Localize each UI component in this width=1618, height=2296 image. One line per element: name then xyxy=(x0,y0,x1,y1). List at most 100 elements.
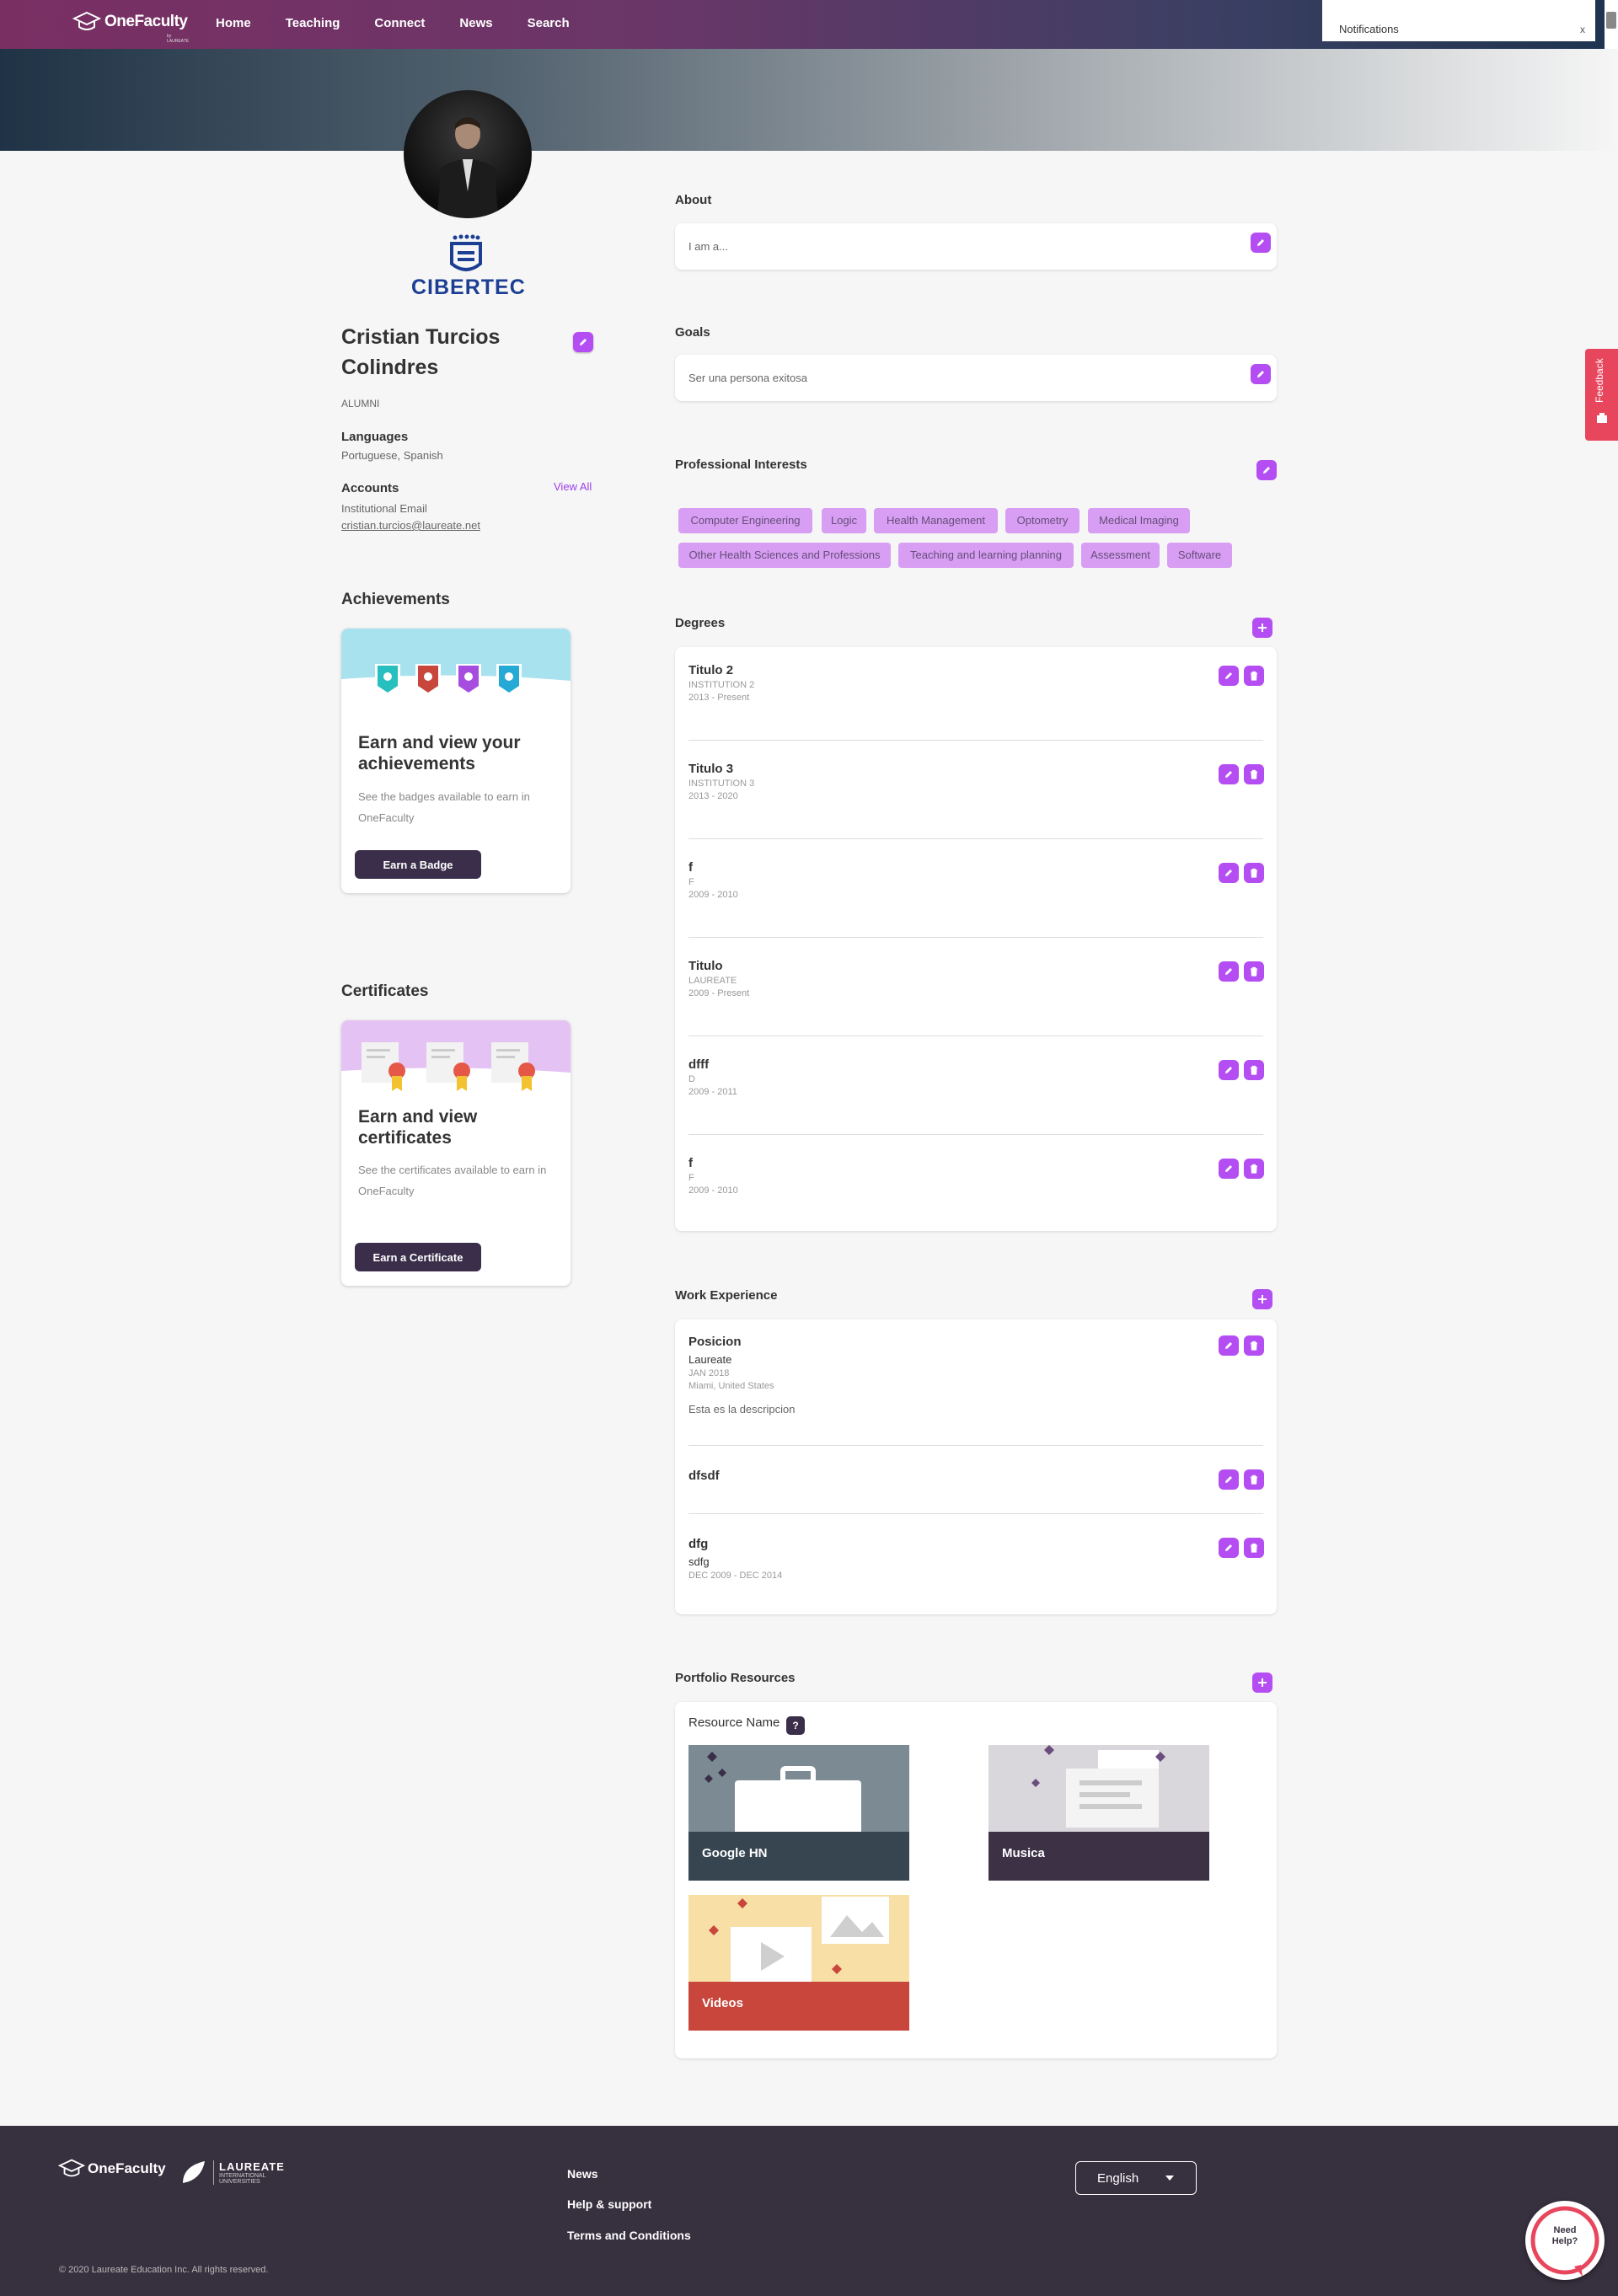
pencil-icon xyxy=(1225,1544,1232,1551)
earn-badge-button[interactable]: Earn a Badge xyxy=(355,850,481,879)
copyright: © 2020 Laureate Education Inc. All right… xyxy=(59,2265,269,2275)
interest-tag[interactable]: Assessment xyxy=(1081,543,1160,568)
delete-degree-button[interactable] xyxy=(1244,961,1264,982)
edit-work-button[interactable] xyxy=(1219,1469,1239,1490)
language-select[interactable]: English xyxy=(1075,2161,1197,2195)
delete-degree-button[interactable] xyxy=(1244,666,1264,686)
interest-tag[interactable]: Other Health Sciences and Professions xyxy=(678,543,891,568)
work-heading: Work Experience xyxy=(675,1288,778,1303)
edit-profile-button[interactable] xyxy=(573,332,593,352)
portfolio-heading: Portfolio Resources xyxy=(675,1671,796,1685)
onefaculty-logo[interactable]: OneFaculty by LAUREATE xyxy=(72,11,189,44)
laureate-logo: LAUREATE INTERNATIONAL UNIVERSITIES xyxy=(179,2158,287,2186)
add-work-button[interactable] xyxy=(1252,1289,1272,1309)
language-value: English xyxy=(1097,2171,1139,2186)
degree-item: Titulo 2 INSTITUTION 2 2013 - Present xyxy=(688,663,1263,703)
edit-degree-button[interactable] xyxy=(1219,1060,1239,1080)
work-dates: JAN 2018 xyxy=(688,1368,730,1378)
edit-degree-button[interactable] xyxy=(1219,961,1239,982)
about-placeholder[interactable]: I am a... xyxy=(688,240,728,253)
achievements-card-text: See the badges available to earn in OneF… xyxy=(358,790,530,824)
delete-degree-button[interactable] xyxy=(1244,863,1264,883)
edit-interests-button[interactable] xyxy=(1256,460,1277,480)
feedback-tab[interactable]: Feedback xyxy=(1585,349,1618,441)
nav-connect[interactable]: Connect xyxy=(374,16,425,30)
work-item: Posicion Laureate JAN 2018 Miami, United… xyxy=(688,1335,1263,1416)
footer-link-terms[interactable]: Terms and Conditions xyxy=(567,2229,691,2242)
work-title: dfsdf xyxy=(688,1469,720,1483)
view-all-link[interactable]: View All xyxy=(554,480,592,493)
certificates-illustration xyxy=(341,1042,571,1096)
delete-work-button[interactable] xyxy=(1244,1538,1264,1558)
delete-degree-button[interactable] xyxy=(1244,1159,1264,1179)
interest-tag[interactable]: Logic xyxy=(822,508,866,533)
nav-search[interactable]: Search xyxy=(528,16,570,30)
scrollbar-thumb[interactable] xyxy=(1606,12,1616,29)
degree-title: Titulo xyxy=(688,959,723,973)
edit-goals-button[interactable] xyxy=(1251,364,1271,384)
about-heading: About xyxy=(675,193,712,207)
notifications-close-button[interactable]: x xyxy=(1580,24,1585,35)
resource-card[interactable]: Google HN xyxy=(688,1745,909,1881)
nav-teaching[interactable]: Teaching xyxy=(286,16,340,30)
edit-work-button[interactable] xyxy=(1219,1335,1239,1356)
edit-about-button[interactable] xyxy=(1251,233,1271,253)
trash-icon xyxy=(1251,1341,1257,1351)
edit-work-button[interactable] xyxy=(1219,1538,1239,1558)
achievements-card: Earn and view your achievements See the … xyxy=(341,629,571,893)
institutional-email-label: Institutional Email xyxy=(341,502,427,515)
resource-name-label: Resource Name xyxy=(688,1715,780,1730)
shield-icon xyxy=(450,234,482,271)
footer-onefaculty-logo: OneFaculty xyxy=(58,2158,166,2180)
feedback-label: Feedback xyxy=(1594,358,1605,403)
achievements-hero xyxy=(341,629,571,704)
degree-item: dfff D 2009 - 2011 xyxy=(688,1057,1263,1097)
plus-icon xyxy=(1258,624,1267,632)
pencil-icon xyxy=(1225,968,1232,975)
interest-tag[interactable]: Optometry xyxy=(1005,508,1080,533)
pencil-icon xyxy=(1225,771,1232,778)
interest-tag[interactable]: Teaching and learning planning xyxy=(898,543,1074,568)
footer-link-news[interactable]: News xyxy=(567,2167,598,2181)
about-box: I am a... xyxy=(675,223,1277,270)
interest-tag[interactable]: Computer Engineering xyxy=(678,508,812,533)
divider xyxy=(688,1134,1263,1135)
avatar xyxy=(404,90,532,218)
earn-certificate-button[interactable]: Earn a Certificate xyxy=(355,1243,481,1271)
resource-card[interactable]: Musica xyxy=(988,1745,1209,1881)
edit-degree-button[interactable] xyxy=(1219,764,1239,784)
pencil-icon xyxy=(1225,672,1232,679)
nav-home[interactable]: Home xyxy=(216,16,251,30)
edit-degree-button[interactable] xyxy=(1219,863,1239,883)
footer: OneFaculty LAUREATE INTERNATIONAL UNIVER… xyxy=(0,2126,1618,2296)
add-degree-button[interactable] xyxy=(1252,618,1272,638)
nav-news[interactable]: News xyxy=(459,16,492,30)
profile-role: ALUMNI xyxy=(341,398,380,409)
delete-degree-button[interactable] xyxy=(1244,1060,1264,1080)
delete-work-button[interactable] xyxy=(1244,1335,1264,1356)
profile-name: Cristian Turcios Colindres xyxy=(341,325,501,379)
degree-title: f xyxy=(688,1156,693,1170)
interest-tag[interactable]: Medical Imaging xyxy=(1088,508,1190,533)
divider xyxy=(688,838,1263,839)
trash-icon xyxy=(1251,966,1257,977)
need-help-button[interactable]: Need Help? xyxy=(1525,2201,1605,2280)
degree-title: f xyxy=(688,860,693,875)
resource-name: Google HN xyxy=(688,1832,909,1881)
resource-card[interactable]: Videos xyxy=(688,1895,909,2031)
edit-degree-button[interactable] xyxy=(1219,666,1239,686)
notifications-panel[interactable]: Notifications x xyxy=(1322,0,1595,41)
email-link[interactable]: cristian.turcios@laureate.net xyxy=(341,519,480,532)
scrollbar[interactable] xyxy=(1605,0,1618,49)
edit-degree-button[interactable] xyxy=(1219,1159,1239,1179)
delete-degree-button[interactable] xyxy=(1244,764,1264,784)
interest-tag[interactable]: Health Management xyxy=(874,508,998,533)
trash-icon xyxy=(1251,1164,1257,1174)
footer-link-help[interactable]: Help & support xyxy=(567,2197,651,2211)
add-resource-button[interactable] xyxy=(1252,1672,1272,1693)
help-icon[interactable]: ? xyxy=(786,1716,805,1735)
interest-tag[interactable]: Software xyxy=(1167,543,1232,568)
delete-work-button[interactable] xyxy=(1244,1469,1264,1490)
degree-dates: 2009 - 2010 xyxy=(688,890,738,900)
degrees-heading: Degrees xyxy=(675,616,726,630)
